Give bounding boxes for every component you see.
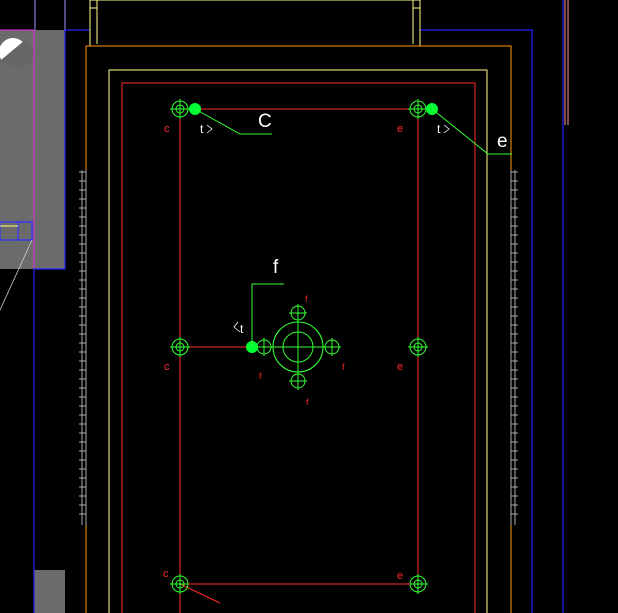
node-bottom-right[interactable]	[408, 574, 428, 594]
label-bottom-left: c	[163, 568, 169, 580]
node-top-left[interactable]	[170, 99, 190, 119]
left-wall-lower	[34, 570, 65, 613]
t-tick-top-left	[206, 124, 213, 134]
t-tick-top-right	[443, 124, 450, 134]
callout-tag-center: f	[273, 257, 279, 278]
label-center-f-left: f	[259, 371, 262, 381]
label-center-f-bottom: f	[306, 397, 309, 407]
fixture-sub-node-bottom[interactable]	[289, 372, 307, 390]
label-center-f-top: f	[305, 294, 308, 304]
fixture-sub-node-right[interactable]	[323, 338, 341, 356]
label-top-left-t: t	[200, 122, 204, 136]
label-mid-right: e	[397, 361, 403, 373]
red-bottom-diagonal	[179, 583, 221, 604]
label-center-t: t	[240, 322, 244, 336]
callout-tag-top-right: e	[497, 131, 508, 152]
circle-hatch-icon	[0, 38, 34, 68]
leader-center	[251, 283, 284, 347]
callout-tag-top-left: C	[258, 111, 272, 132]
label-center-f-right: f	[342, 362, 345, 372]
node-bottom-left[interactable]	[170, 574, 190, 594]
cad-drawing-canvas[interactable]: C e f c t e t c e t f f f f c e	[0, 0, 618, 613]
label-top-right-row: e	[397, 123, 403, 135]
central-fixture[interactable]	[270, 319, 326, 375]
right-ladder-edge	[510, 170, 516, 525]
left-ladder-edge	[81, 170, 87, 525]
label-top-left-row: c	[164, 123, 170, 135]
label-mid-left: c	[164, 361, 170, 373]
label-top-right-t: t	[437, 122, 441, 136]
node-top-right[interactable]	[408, 99, 428, 119]
node-mid-left[interactable]	[170, 337, 190, 357]
label-bottom-right: e	[397, 570, 403, 582]
left-wall-strip	[34, 30, 65, 269]
top-shaft	[89, 0, 421, 47]
node-mid-right[interactable]	[408, 337, 428, 357]
fixture-sub-node-top[interactable]	[289, 304, 307, 322]
